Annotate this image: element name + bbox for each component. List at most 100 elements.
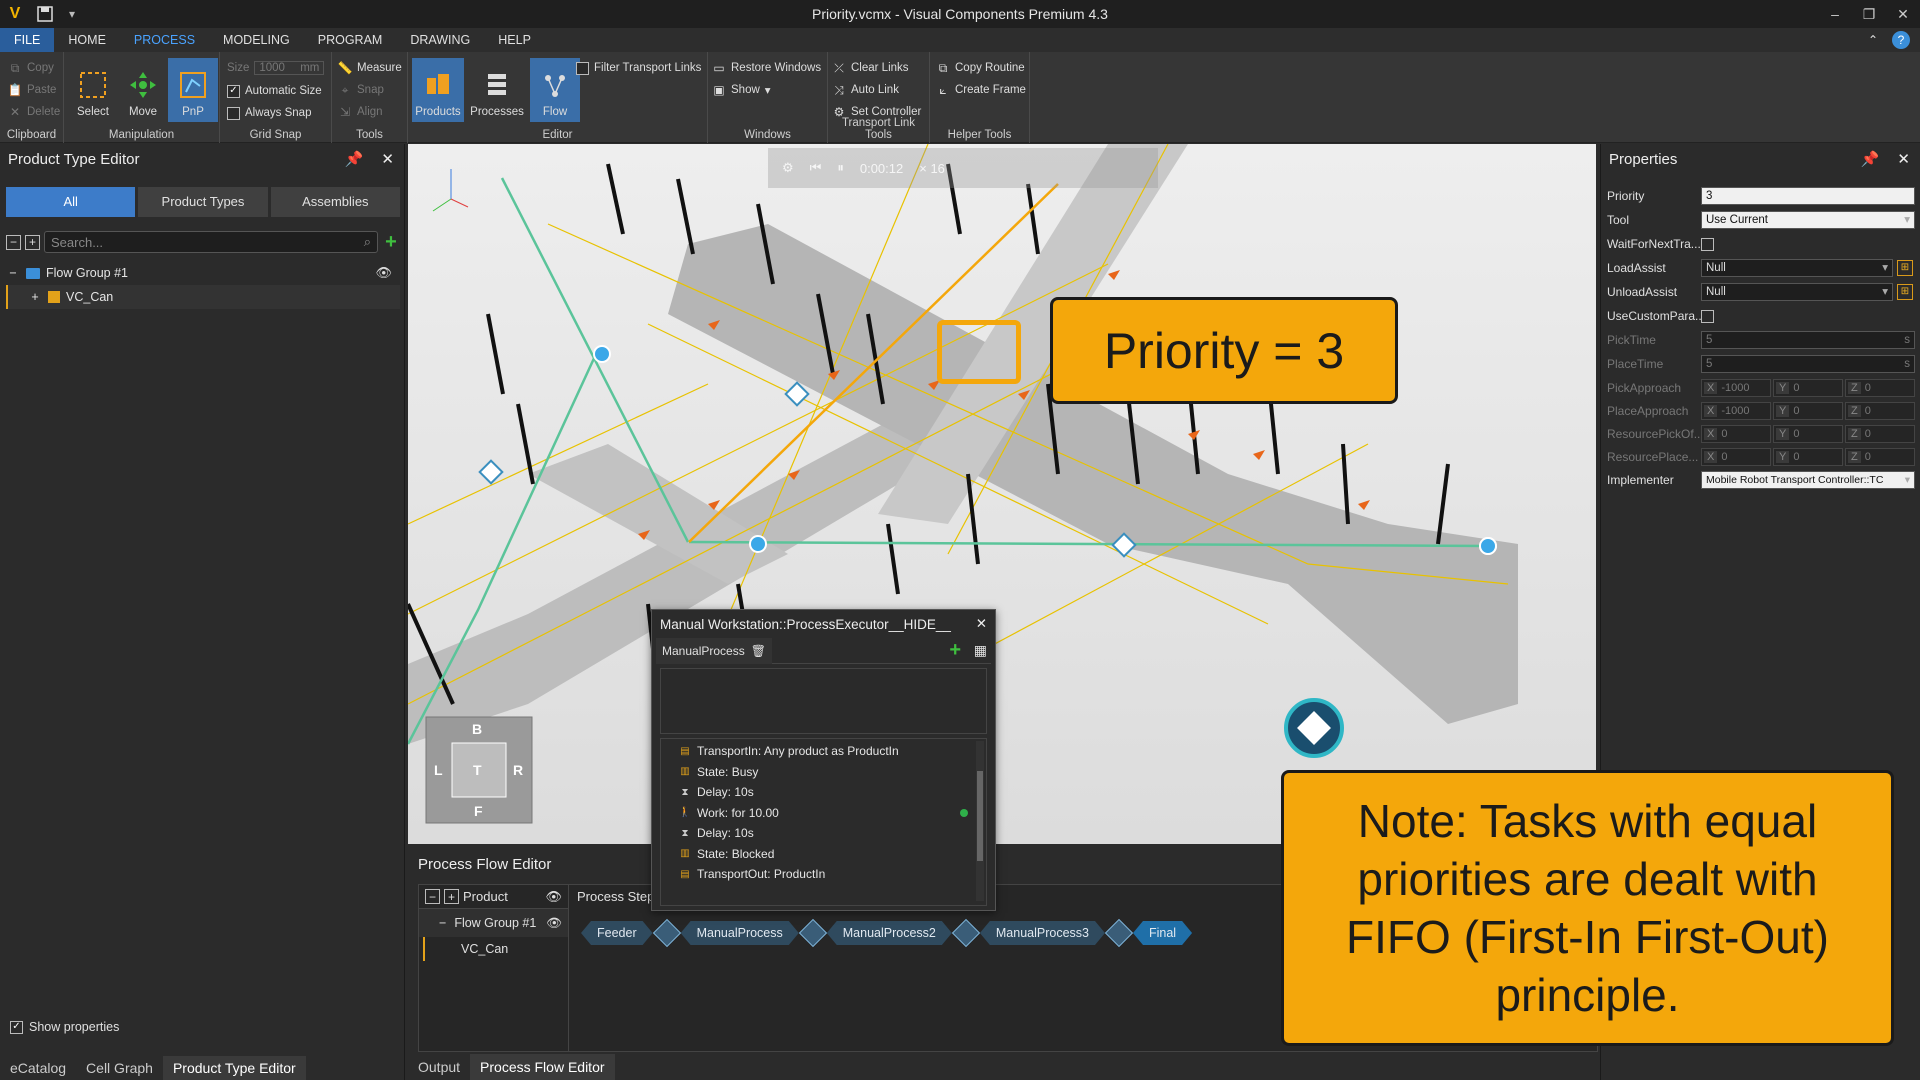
step-manualprocess3[interactable]: ManualProcess3	[980, 921, 1105, 945]
list-item[interactable]: ▥ State: Busy	[661, 762, 986, 783]
tab-process[interactable]: PROCESS	[120, 28, 209, 52]
copy-routine-button[interactable]: ⧉ Copy Routine	[936, 58, 1025, 78]
loadassist-select[interactable]: Null	[1701, 259, 1893, 277]
tree-toggle[interactable]: +	[28, 290, 42, 304]
segment-assemblies[interactable]: Assemblies	[270, 187, 400, 217]
3d-viewport[interactable]: ⚙ ⏮ ⏸ 0:00:12 × 16 B L T R F	[408, 144, 1596, 844]
close-window-button[interactable]: ✕	[1886, 0, 1920, 28]
transport-link-icon[interactable]	[951, 918, 981, 948]
step-feeder[interactable]: Feeder	[581, 921, 653, 945]
grid-icon[interactable]: ▦	[974, 642, 987, 659]
align-button[interactable]: ⇲ Align	[338, 102, 383, 122]
collapse-all-icon[interactable]: −	[425, 889, 440, 904]
pnp-button[interactable]: PnP	[168, 58, 218, 122]
transport-link-icon[interactable]	[798, 918, 827, 948]
close-icon[interactable]: ✕	[1897, 150, 1910, 168]
tab-home[interactable]: HOME	[54, 28, 120, 52]
tab-drawing[interactable]: DRAWING	[396, 28, 484, 52]
maximize-button[interactable]: ❐	[1852, 0, 1886, 28]
collapse-ribbon-icon[interactable]: ⌃	[1868, 33, 1878, 47]
navigation-cube[interactable]: B L T R F	[426, 717, 532, 823]
close-icon[interactable]: ✕	[976, 616, 987, 632]
settings-icon[interactable]: ⚙	[782, 160, 794, 176]
eye-icon[interactable]: 👁	[375, 265, 392, 281]
transport-link-icon[interactable]	[1104, 918, 1134, 948]
add-icon[interactable]: +	[382, 231, 400, 254]
wait-checkbox[interactable]	[1701, 237, 1714, 251]
pfe-group-row[interactable]: − Flow Group #1 👁	[419, 909, 568, 937]
step-manualprocess2[interactable]: ManualProcess2	[827, 921, 952, 945]
search-input[interactable]: Search... ⌕	[44, 231, 378, 253]
nav-front[interactable]: F	[474, 803, 483, 819]
clear-links-button[interactable]: ⤫ Clear Links	[832, 58, 908, 78]
eye-icon[interactable]: 👁	[545, 889, 562, 905]
list-item[interactable]: ▤ TransportOut: ProductIn	[661, 864, 986, 885]
list-item[interactable]: ▥ State: Blocked	[661, 844, 986, 865]
step-final[interactable]: Final	[1133, 921, 1192, 945]
auto-link-button[interactable]: ⤨ Auto Link	[832, 80, 899, 100]
help-icon[interactable]: ?	[1892, 31, 1910, 49]
list-item[interactable]: ⧗ Delay: 10s	[661, 823, 986, 844]
paste-button[interactable]: 📋 Paste	[8, 80, 57, 100]
assist-pick-icon[interactable]: ⊞	[1897, 284, 1913, 300]
list-item[interactable]: 🚶 Work: for 10.00	[661, 803, 986, 824]
pause-icon[interactable]: ⏸	[837, 160, 844, 176]
list-item[interactable]: ⧗ Delay: 10s	[661, 782, 986, 803]
products-button[interactable]: Products	[412, 58, 464, 122]
expand-all-icon[interactable]: +	[25, 234, 40, 250]
tab-program[interactable]: PROGRAM	[304, 28, 397, 52]
nav-top[interactable]: T	[473, 762, 482, 778]
copy-button[interactable]: ⧉ Copy	[8, 58, 54, 78]
pin-icon[interactable]: 📌	[1861, 150, 1880, 168]
flow-button[interactable]: Flow	[530, 58, 580, 122]
tree-item-vc-can[interactable]: + VC_Can	[6, 285, 400, 309]
save-icon[interactable]	[30, 0, 60, 28]
scrollbar[interactable]	[976, 741, 984, 901]
quick-access-dropdown-icon[interactable]: ▾	[60, 7, 84, 21]
nav-back[interactable]: B	[472, 721, 482, 737]
processes-button[interactable]: Processes	[468, 58, 526, 122]
always-snap-checkbox[interactable]: Always Snap	[227, 103, 311, 123]
process-tab[interactable]: ManualProcess 🗑	[656, 637, 772, 664]
measure-button[interactable]: 📏 Measure	[338, 58, 402, 78]
tab-modeling[interactable]: MODELING	[209, 28, 304, 52]
select-button[interactable]: Select	[68, 58, 118, 122]
collapse-all-icon[interactable]: −	[6, 234, 21, 250]
tab-cell-graph[interactable]: Cell Graph	[76, 1056, 163, 1080]
automatic-size-checkbox[interactable]: ✓ Automatic Size	[227, 81, 322, 101]
tab-product-type-editor[interactable]: Product Type Editor	[162, 1056, 306, 1080]
segment-all[interactable]: All	[6, 187, 136, 217]
tool-select[interactable]: Use Current	[1701, 211, 1915, 229]
nav-right[interactable]: R	[513, 762, 523, 778]
tab-output[interactable]: Output	[408, 1054, 470, 1080]
unloadassist-select[interactable]: Null	[1701, 283, 1893, 301]
delete-button[interactable]: ✕ Delete	[8, 102, 60, 122]
show-dropdown[interactable]: ▣ Show ▾	[712, 80, 770, 100]
tree-item-flow-group[interactable]: − Flow Group #1 👁	[6, 261, 400, 285]
create-frame-button[interactable]: ⟀ Create Frame	[936, 80, 1026, 100]
add-process-icon[interactable]: +	[949, 639, 961, 662]
trash-icon[interactable]: 🗑	[751, 638, 766, 664]
priority-field[interactable]: 3	[1701, 187, 1915, 205]
filter-transport-links-checkbox[interactable]: Filter Transport Links	[576, 58, 701, 78]
grid-size-field[interactable]: Size 1000 mm	[227, 58, 325, 78]
segment-product-types[interactable]: Product Types	[138, 187, 268, 217]
usecustom-checkbox[interactable]	[1701, 309, 1714, 323]
close-icon[interactable]: ✕	[381, 150, 394, 168]
tab-help[interactable]: HELP	[484, 28, 545, 52]
tab-file[interactable]: FILE	[0, 28, 55, 52]
picktime-field[interactable]: 5s	[1701, 331, 1915, 349]
step-manualprocess[interactable]: ManualProcess	[681, 921, 799, 945]
expand-all-icon[interactable]: +	[444, 889, 459, 904]
assist-pick-icon[interactable]: ⊞	[1897, 260, 1913, 276]
restore-windows-button[interactable]: ▭ Restore Windows	[712, 58, 821, 78]
placetime-field[interactable]: 5s	[1701, 355, 1915, 373]
tree-toggle[interactable]: −	[6, 266, 20, 280]
tab-process-flow-editor[interactable]: Process Flow Editor	[470, 1054, 615, 1080]
transport-link-icon[interactable]	[652, 918, 681, 948]
pfe-product-row[interactable]: VC_Can	[423, 937, 568, 961]
nav-left[interactable]: L	[434, 762, 443, 778]
list-item[interactable]: ▤ TransportIn: Any product as ProductIn	[661, 741, 986, 762]
pin-icon[interactable]: 📌	[345, 150, 364, 168]
eye-icon[interactable]: 👁	[546, 916, 562, 931]
